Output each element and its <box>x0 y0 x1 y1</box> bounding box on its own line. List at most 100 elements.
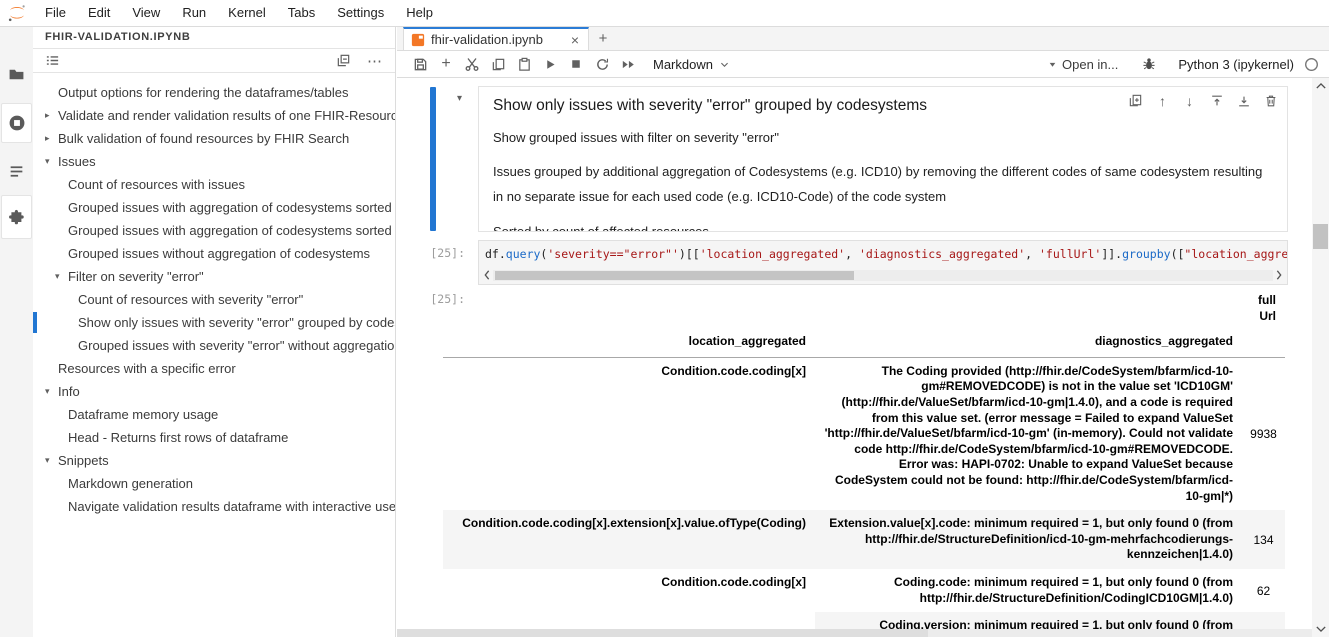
add-cell-icon[interactable]: + <box>433 52 459 76</box>
table-of-contents-icon[interactable] <box>1 159 32 183</box>
ellipsis-icon[interactable]: ⋯ <box>367 52 383 70</box>
copy-icon[interactable] <box>485 52 511 76</box>
toc-item[interactable]: ▸Bulk validation of found resources by F… <box>33 127 395 150</box>
menu-item-view[interactable]: View <box>121 5 171 20</box>
input-prompt: [25]: <box>405 246 465 260</box>
table-header-row: fullUrl <box>443 290 1285 331</box>
stop-icon[interactable] <box>563 52 589 76</box>
notebook-toolbar: + <box>397 51 1329 78</box>
table-row: Condition.code.coding[x].extension[x].va… <box>443 510 1285 569</box>
save-icon[interactable] <box>407 52 433 76</box>
restart-icon[interactable] <box>589 52 615 76</box>
open-in-dropdown[interactable]: Open in... <box>1048 57 1118 72</box>
toc-item[interactable]: Output options for rendering the datafra… <box>33 81 395 104</box>
code-horizontal-scrollbar <box>481 268 1285 282</box>
cell-diagnostics: The Coding provided (http://fhir.de/Code… <box>815 357 1242 510</box>
toc-item[interactable]: Grouped issues without aggregation of co… <box>33 242 395 265</box>
horizontal-scrollbar <box>397 629 1312 637</box>
toc-item-label: Filter on severity "error" <box>68 265 204 288</box>
cell-location: Condition.code.coding[x] <box>443 357 815 510</box>
running-sessions-icon[interactable] <box>1 103 32 143</box>
bug-icon[interactable] <box>1136 52 1162 76</box>
toc-item[interactable]: Count of resources with issues <box>33 173 395 196</box>
table-row: Condition.code.coding[x]The Coding provi… <box>443 357 1285 510</box>
toc-item[interactable]: Markdown generation <box>33 472 395 495</box>
menu-item-run[interactable]: Run <box>171 5 217 20</box>
new-tab-button[interactable]: + <box>589 27 617 50</box>
kernel-name[interactable]: Python 3 (ipykernel) <box>1178 57 1294 72</box>
collapsed-arrow-icon[interactable]: ▸ <box>45 127 58 150</box>
scroll-left-icon[interactable] <box>481 270 493 280</box>
expanded-arrow-icon[interactable]: ▾ <box>45 449 58 472</box>
open-in-label: Open in... <box>1062 57 1118 72</box>
toc-item[interactable]: ▾Issues <box>33 150 395 173</box>
toc-item[interactable]: ▾Info <box>33 380 395 403</box>
toc-item[interactable]: Head - Returns first rows of dataframe <box>33 426 395 449</box>
toc-item[interactable]: Grouped issues with aggregation of codes… <box>33 196 395 219</box>
run-all-icon[interactable] <box>615 52 641 76</box>
menu-item-tabs[interactable]: Tabs <box>277 5 326 20</box>
scrollbar-thumb[interactable] <box>495 271 854 280</box>
cell-collapser-icon[interactable]: ▾ <box>457 93 462 104</box>
toc-item-label: Dataframe memory usage <box>68 403 218 426</box>
list-icon[interactable] <box>45 53 60 68</box>
toc-item[interactable]: ▾Snippets <box>33 449 395 472</box>
expanded-arrow-icon[interactable]: ▾ <box>55 265 68 288</box>
toc-item[interactable]: Grouped issues with aggregation of codes… <box>33 219 395 242</box>
insert-above-icon[interactable] <box>1208 92 1225 109</box>
toc-item[interactable]: Navigate validation results dataframe wi… <box>33 495 395 518</box>
move-down-icon[interactable]: ↓ <box>1181 92 1198 109</box>
toc-item[interactable]: Grouped issues with severity "error" wit… <box>33 334 395 357</box>
vertical-scrollbar <box>1312 78 1329 637</box>
collapse-all-icon[interactable] <box>336 53 351 68</box>
folder-icon[interactable] <box>1 63 32 85</box>
toc-item[interactable]: Dataframe memory usage <box>33 403 395 426</box>
toc-item-label: Info <box>58 380 80 403</box>
insert-below-icon[interactable] <box>1235 92 1252 109</box>
code-cell[interactable]: df.query('severity=="error"')[['location… <box>478 240 1288 285</box>
menu-item-help[interactable]: Help <box>395 5 444 20</box>
duplicate-cell-icon[interactable] <box>1127 92 1144 109</box>
scrollbar-thumb[interactable] <box>397 629 928 637</box>
toc-item[interactable]: Resources with a specific error <box>33 357 395 380</box>
expanded-arrow-icon[interactable]: ▾ <box>45 380 58 403</box>
extensions-icon[interactable] <box>1 195 32 239</box>
menu-item-file[interactable]: File <box>34 5 77 20</box>
toc-item[interactable]: Count of resources with severity "error" <box>33 288 395 311</box>
index-name-diagnostics: diagnostics_aggregated <box>815 331 1242 357</box>
toc-item[interactable]: ▾Filter on severity "error" <box>33 265 395 288</box>
kernel-status-icon[interactable] <box>1304 57 1319 72</box>
delete-cell-icon[interactable] <box>1262 92 1279 109</box>
toc-item-label: Count of resources with issues <box>68 173 245 196</box>
cell-type-dropdown[interactable]: Markdown <box>653 57 730 72</box>
menu-item-kernel[interactable]: Kernel <box>217 5 277 20</box>
scroll-up-icon[interactable] <box>1312 78 1329 94</box>
toc-panel: FHIR-VALIDATION.IPYNB ⋯ Output options f… <box>33 27 396 637</box>
toc-item[interactable]: ▸Validate and render validation results … <box>33 104 395 127</box>
scroll-right-icon[interactable] <box>1273 270 1285 280</box>
cut-icon[interactable] <box>459 52 485 76</box>
collapsed-arrow-icon[interactable]: ▸ <box>45 104 58 127</box>
move-up-icon[interactable]: ↑ <box>1154 92 1171 109</box>
menu-item-edit[interactable]: Edit <box>77 5 121 20</box>
toc-item-label: Output options for rendering the datafra… <box>58 81 349 104</box>
markdown-paragraph: Issues grouped by additional aggregation… <box>493 160 1265 209</box>
menu-item-settings[interactable]: Settings <box>326 5 395 20</box>
expanded-arrow-icon[interactable]: ▾ <box>45 150 58 173</box>
toc-item-label: Grouped issues without aggregation of co… <box>68 242 370 265</box>
paste-icon[interactable] <box>511 52 537 76</box>
activity-bar <box>0 27 33 637</box>
index-name-location: location_aggregated <box>443 331 815 357</box>
run-icon[interactable] <box>537 52 563 76</box>
toc-item[interactable]: Show only issues with severity "error" g… <box>33 311 395 334</box>
notebook-area: fhir-validation.ipynb × + + <box>397 27 1329 637</box>
scrollbar-thumb[interactable] <box>1313 224 1328 249</box>
close-icon[interactable]: × <box>569 33 581 47</box>
toc-item-label: Head - Returns first rows of dataframe <box>68 426 288 449</box>
jupyter-logo-icon <box>6 2 28 24</box>
scroll-down-icon[interactable] <box>1312 621 1329 637</box>
notebook-scroll-area: ▾ ↑ ↓ <box>397 78 1312 629</box>
markdown-cell[interactable]: ↑ ↓ Show only issues wi <box>478 86 1288 232</box>
toc-item-label: Bulk validation of found resources by FH… <box>58 127 349 150</box>
tab-fhir-validation[interactable]: fhir-validation.ipynb × <box>403 27 589 50</box>
